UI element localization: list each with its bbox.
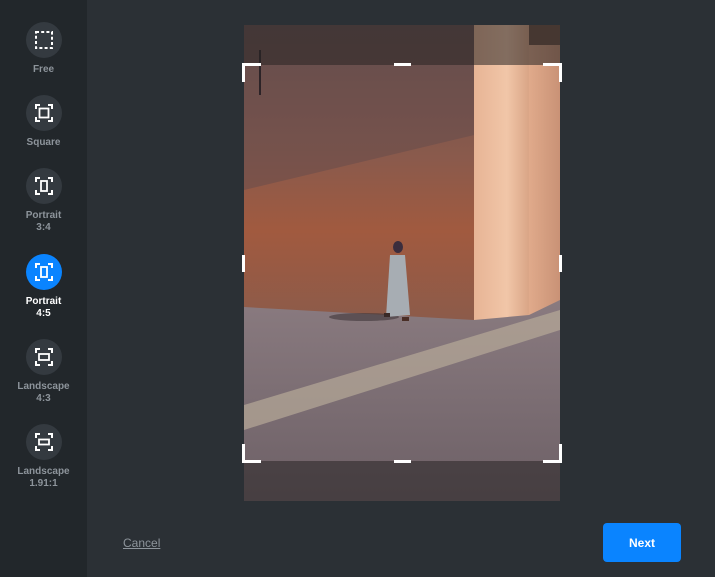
crop-handle-bottom[interactable] bbox=[394, 460, 411, 463]
cancel-button[interactable]: Cancel bbox=[123, 536, 160, 550]
ratio-option-free[interactable]: Free bbox=[0, 22, 87, 76]
ratio-option-landscape-4-3[interactable]: Landscape 4:3 bbox=[0, 339, 87, 405]
crop-mask-top bbox=[244, 25, 560, 65]
free-crop-icon bbox=[25, 22, 62, 58]
ratio-option-landscape-1-91-1[interactable]: Landscape 1.91:1 bbox=[0, 424, 87, 490]
ratio-label: Portrait 4:5 bbox=[25, 296, 62, 319]
aspect-ratio-sidebar: Free Square Portrait 3:4 Portrait 4:5 La… bbox=[0, 0, 87, 577]
ratio-label: Landscape 1.91:1 bbox=[17, 466, 70, 489]
crop-handle-top[interactable] bbox=[394, 63, 411, 66]
ratio-option-portrait-4-5[interactable]: Portrait 4:5 bbox=[0, 254, 87, 320]
crop-handle-right[interactable] bbox=[559, 255, 562, 272]
ratio-option-portrait-3-4[interactable]: Portrait 3:4 bbox=[0, 168, 87, 234]
crop-handle-top-left[interactable] bbox=[242, 63, 261, 82]
crop-handle-bottom-right[interactable] bbox=[543, 444, 562, 463]
crop-handle-bottom-left[interactable] bbox=[242, 444, 261, 463]
crop-handle-top-right[interactable] bbox=[543, 63, 562, 82]
crop-mask-bottom bbox=[244, 461, 560, 501]
ratio-label: Square bbox=[26, 137, 61, 148]
next-button[interactable]: Next bbox=[603, 523, 681, 562]
crop-frame[interactable] bbox=[242, 63, 562, 463]
portrait-crop-icon bbox=[25, 254, 62, 290]
portrait-crop-icon bbox=[25, 168, 62, 204]
ratio-label: Free bbox=[32, 64, 55, 75]
ratio-label: Landscape 4:3 bbox=[17, 381, 70, 404]
landscape-crop-icon bbox=[25, 339, 62, 375]
crop-handle-left[interactable] bbox=[242, 255, 245, 272]
square-crop-icon bbox=[25, 95, 62, 131]
landscape-crop-icon bbox=[25, 424, 62, 460]
ratio-label: Portrait 3:4 bbox=[25, 210, 62, 233]
ratio-option-square[interactable]: Square bbox=[0, 95, 87, 149]
